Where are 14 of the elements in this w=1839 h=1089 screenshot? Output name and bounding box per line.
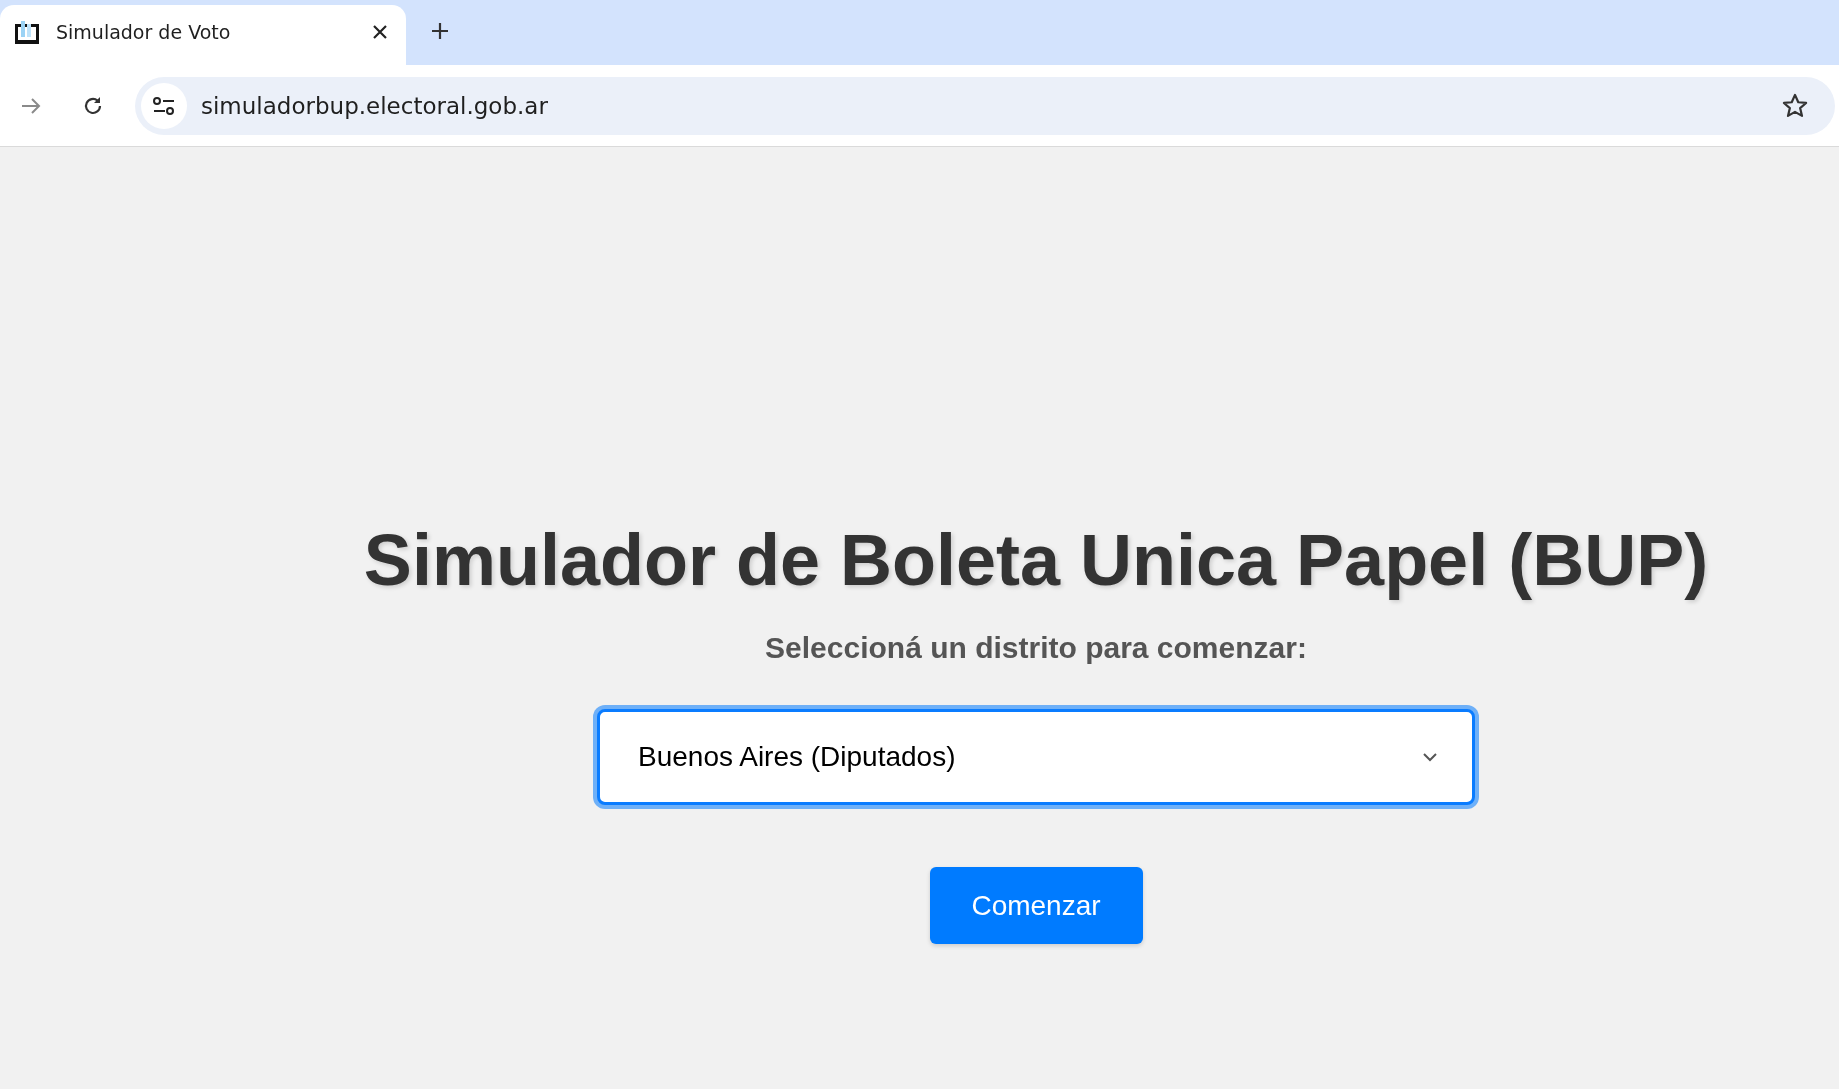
ballot-box-icon [14,19,40,45]
prompt-text: Seleccioná un distrito para comenzar: [765,631,1307,666]
new-tab-icon[interactable] [430,21,450,41]
bookmark-star-icon[interactable] [1781,91,1809,120]
close-icon[interactable] [372,24,388,40]
sliders-icon [152,94,176,117]
page-title: Simulador de Boleta Unica Papel (BUP) [363,519,1709,602]
chevron-down-icon [1422,752,1438,763]
browser-tab[interactable]: Simulador de Voto [0,5,406,65]
tab-title: Simulador de Voto [56,21,232,43]
url-text: simuladorbup.electoral.gob.ar [201,92,549,119]
start-button[interactable]: Comenzar [929,867,1143,945]
address-bar[interactable]: simuladorbup.electoral.gob.ar [135,76,1835,135]
site-settings-button[interactable] [141,82,187,129]
